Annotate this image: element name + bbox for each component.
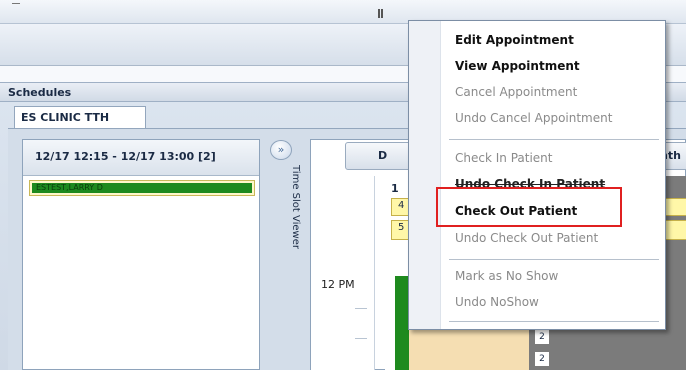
slot-count: 2	[535, 330, 549, 344]
expand-arrow-icon[interactable]: »	[270, 140, 292, 160]
menu-item-cancel-appointment[interactable]: Cancel Appointment	[455, 85, 577, 105]
menu-item-mark-no-show[interactable]: Mark as No Show	[455, 269, 558, 289]
tab-clinic[interactable]: ES CLINIC TTH	[14, 106, 146, 128]
menu-item-undo-no-show[interactable]: Undo NoShow	[455, 295, 539, 315]
time-slot-viewer-strip: » Time Slot Viewer	[264, 139, 306, 370]
time-column: 12 PM	[311, 176, 375, 370]
time-slot-header: 12/17 12:15 - 12/17 13:00 [2]	[23, 140, 259, 176]
patient-bar: ESTEST,LARRY D	[32, 183, 252, 193]
appointment-block[interactable]	[395, 276, 409, 370]
time-slot-panel: 12/17 12:15 - 12/17 13:00 [2] ESTEST,LAR…	[22, 139, 260, 370]
menu-item-check-in-patient[interactable]: Check In Patient	[455, 151, 552, 171]
time-slot-range: 12/17 12:15 - 12/17 13:00 [2]	[35, 150, 216, 163]
menu-separator	[449, 259, 659, 260]
schedules-title: Schedules	[8, 86, 72, 99]
menu-item-undo-check-out-patient[interactable]: Undo Check Out Patient	[455, 231, 598, 251]
time-tick	[355, 308, 367, 309]
tab-label: ES CLINIC TTH	[21, 111, 110, 124]
day-view-label: D	[378, 149, 388, 162]
row-number: 4	[398, 200, 405, 211]
top-bar-tick	[12, 3, 20, 4]
time-slot-viewer-label: Time Slot Viewer	[290, 165, 301, 249]
row-number: 5	[398, 222, 405, 233]
menu-separator	[449, 321, 659, 322]
menu-item-view-appointment[interactable]: View Appointment	[455, 59, 580, 79]
menu-item-edit-appointment[interactable]: Edit Appointment	[455, 33, 574, 53]
patient-name: ESTEST,LARRY D	[36, 183, 103, 192]
time-tick	[355, 338, 367, 339]
time-label: 12 PM	[321, 278, 355, 291]
slot-count: 2	[535, 352, 549, 366]
splitter-grip[interactable]	[378, 9, 383, 18]
menu-separator	[449, 139, 659, 140]
column-header-number: 1	[391, 182, 399, 195]
highlight-box	[436, 187, 622, 227]
patient-row[interactable]: ESTEST,LARRY D	[29, 180, 255, 196]
context-menu-gutter	[409, 21, 441, 329]
context-menu: Edit Appointment View Appointment Cancel…	[408, 20, 666, 330]
menu-item-undo-cancel-appointment[interactable]: Undo Cancel Appointment	[455, 111, 612, 131]
